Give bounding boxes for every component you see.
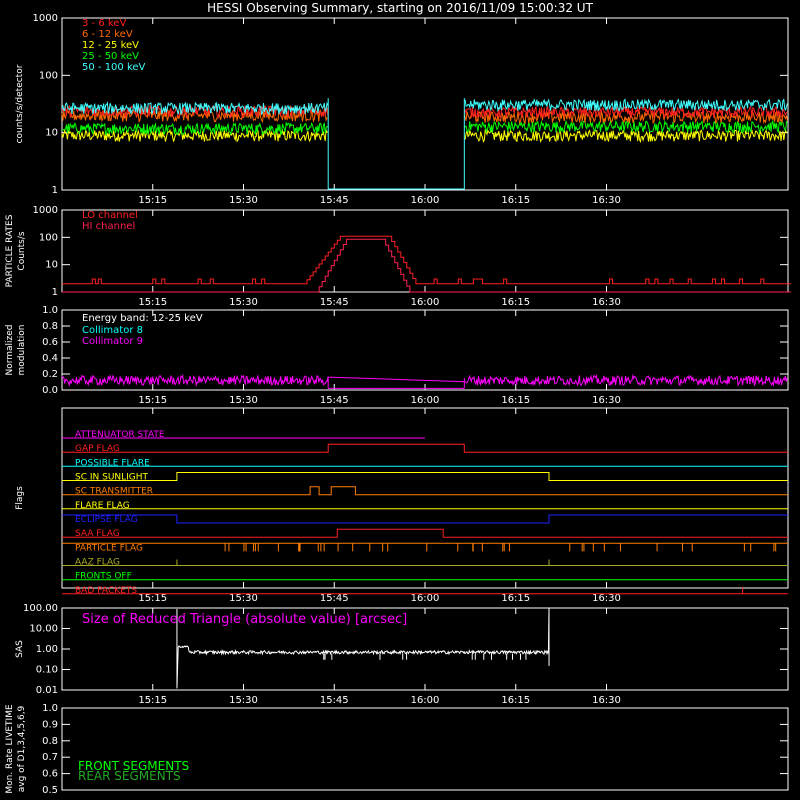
sas-ytick-label: 100.00 [23,603,58,614]
figure-title: HESSI Observing Summary, starting on 201… [207,1,593,15]
flag-label: BAD PACKETS [75,586,137,596]
modulation-xtick-label: 16:00 [411,395,440,406]
particle-rates-xtick-label: 15:45 [320,297,349,308]
particle-rates-ytick-label: 1000 [33,205,58,216]
legend-entry: REAR SEGMENTS [78,769,181,783]
legend-entry: 12 - 25 keV [82,40,139,51]
legend-entry: 25 - 50 keV [82,51,139,62]
sas-ytick-label: 0.10 [36,665,58,676]
modulation-ylabel: Normalized [5,324,15,375]
particle-rates-ytick-label: 100 [39,232,58,243]
modulation-ytick-label: 0.0 [42,385,58,396]
count-rates-ytick-label: 1 [52,185,58,196]
sas-xtick-label: 16:15 [501,695,530,706]
count-rates-xtick-label: 15:30 [229,195,258,206]
particle-rates-xtick-label: 16:00 [411,297,440,308]
flag-label: SC IN SUNLIGHT [75,473,149,483]
sas-xtick-label: 16:30 [592,695,621,706]
livetime-ytick-label: 0.8 [42,736,58,747]
count-rates-ytick-label: 10 [45,128,58,139]
particle-rates-xtick-label: 16:15 [501,297,530,308]
flags-xtick-label: 16:00 [411,593,440,604]
legend-entry: HI channel [82,221,135,232]
modulation-ylabel2: modulation [17,325,27,376]
modulation-ytick-label: 1.0 [42,305,58,316]
count-rates-ylabel: counts/s/detector [15,64,25,143]
particle-rates-xtick-label: 16:30 [592,297,621,308]
count-rates-xtick-label: 15:45 [320,195,349,206]
livetime-ytick-label: 0.7 [42,752,58,763]
count-rates-ytick-label: 100 [39,70,58,81]
flag-label: AAZ FLAG [75,558,120,568]
particle-rates-xtick-label: 15:15 [138,297,167,308]
modulation-ytick-label: 0.8 [42,321,58,332]
observing-summary-figure: HESSI Observing Summary, starting on 201… [0,0,800,800]
livetime-ytick-label: 0.6 [42,769,58,780]
energy-band-note: Energy band: 12-25 keV [82,313,203,324]
particle-rates-ytick-label: 1 [52,287,58,298]
flags-xtick-label: 15:45 [320,593,349,604]
sas-ylabel: SAS [15,640,25,658]
flags-xtick-label: 15:15 [138,593,167,604]
livetime-ytick-label: 0.5 [42,785,58,796]
sas-xtick-label: 15:15 [138,695,167,706]
sas-ytick-label: 0.01 [36,685,58,696]
flag-label: POSSIBLE FLARE [75,458,150,468]
particle-rates-ylabel2: Counts/s [17,231,27,270]
count-rates-xtick-label: 16:15 [501,195,530,206]
modulation-xtick-label: 15:45 [320,395,349,406]
livetime-ytick-label: 0.9 [42,719,58,730]
flag-label: PARTICLE FLAG [75,543,143,553]
sas-xtick-label: 16:00 [411,695,440,706]
flags-ylabel: Flags [15,486,25,510]
particle-rates-xtick-label: 15:30 [229,297,258,308]
legend-entry: LO channel [82,210,138,221]
legend-entry: 50 - 100 keV [82,62,146,73]
count-rates-xtick-label: 16:30 [592,195,621,206]
modulation-ytick-label: 0.4 [42,353,58,364]
modulation-ytick-label: 0.6 [42,337,58,348]
modulation-ytick-label: 0.2 [42,369,58,380]
sas-ytick-label: 10.00 [29,624,58,635]
flags-xtick-label: 16:15 [501,593,530,604]
livetime-ylabel2: avg of D1,3,4,5,6,9 [17,705,27,792]
sas-xtick-label: 15:30 [229,695,258,706]
livetime-ylabel: Mon. Rate LIVETIME [5,704,15,794]
flags-xtick-label: 16:30 [592,593,621,604]
flag-label: GAP FLAG [75,444,120,454]
flag-label: FLARE FLAG [75,501,130,511]
legend-entry: 3 - 6 keV [82,18,126,29]
legend-entry: Collimator 8 [82,325,143,336]
count-rates-xtick-label: 15:15 [138,195,167,206]
modulation-xtick-label: 15:15 [138,395,167,406]
count-rates-ytick-label: 1000 [33,13,58,24]
modulation-xtick-label: 16:15 [501,395,530,406]
sas-annotation: Size of Reduced Triangle (absolute value… [82,612,407,627]
flag-label: FRONTS OFF [75,572,132,582]
flags-xtick-label: 15:30 [229,593,258,604]
particle-rates-ytick-label: 10 [45,260,58,271]
flag-label: ECLIPSE FLAG [75,515,138,525]
flag-label: SAA FLAG [75,529,120,539]
livetime-ytick-label: 1.0 [42,703,58,714]
count-rates-xtick-label: 16:00 [411,195,440,206]
sas-xtick-label: 15:45 [320,695,349,706]
flag-label: SC TRANSMITTER [75,487,153,497]
particle-rates-ylabel: PARTICLE RATES [5,214,15,287]
legend-entry: 6 - 12 keV [82,29,133,40]
legend-entry: Collimator 9 [82,336,143,347]
sas-ytick-label: 1.00 [36,644,58,655]
modulation-xtick-label: 16:30 [592,395,621,406]
flag-label: ATTENUATOR STATE [75,430,165,440]
modulation-xtick-label: 15:30 [229,395,258,406]
